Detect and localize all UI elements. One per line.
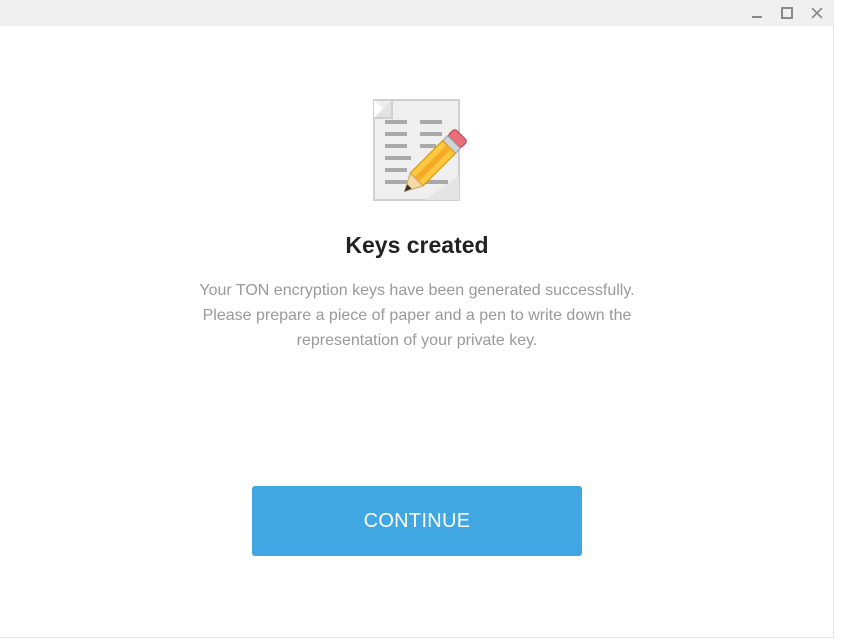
close-icon: [811, 7, 823, 19]
document-pencil-icon: [373, 99, 467, 201]
page-title: Keys created: [345, 232, 489, 258]
description-line-3: representation of your private key.: [296, 332, 538, 349]
description-line-2: Please prepare a piece of paper and a pe…: [202, 307, 632, 324]
keys-illustration: [370, 98, 470, 204]
description-line-1: Your TON encryption keys have been gener…: [199, 282, 635, 299]
description-text: Your TON encryption keys have been gener…: [160, 278, 674, 353]
minimize-button[interactable]: [748, 4, 766, 22]
title-bar: [0, 0, 834, 26]
continue-button[interactable]: CONTINUE: [252, 486, 582, 556]
app-window: Keys created Your TON encryption keys ha…: [0, 0, 834, 638]
minimize-icon: [752, 16, 762, 18]
main-content: Keys created Your TON encryption keys ha…: [0, 26, 834, 637]
maximize-button[interactable]: [778, 4, 796, 22]
close-button[interactable]: [808, 4, 826, 22]
maximize-icon: [781, 7, 793, 19]
